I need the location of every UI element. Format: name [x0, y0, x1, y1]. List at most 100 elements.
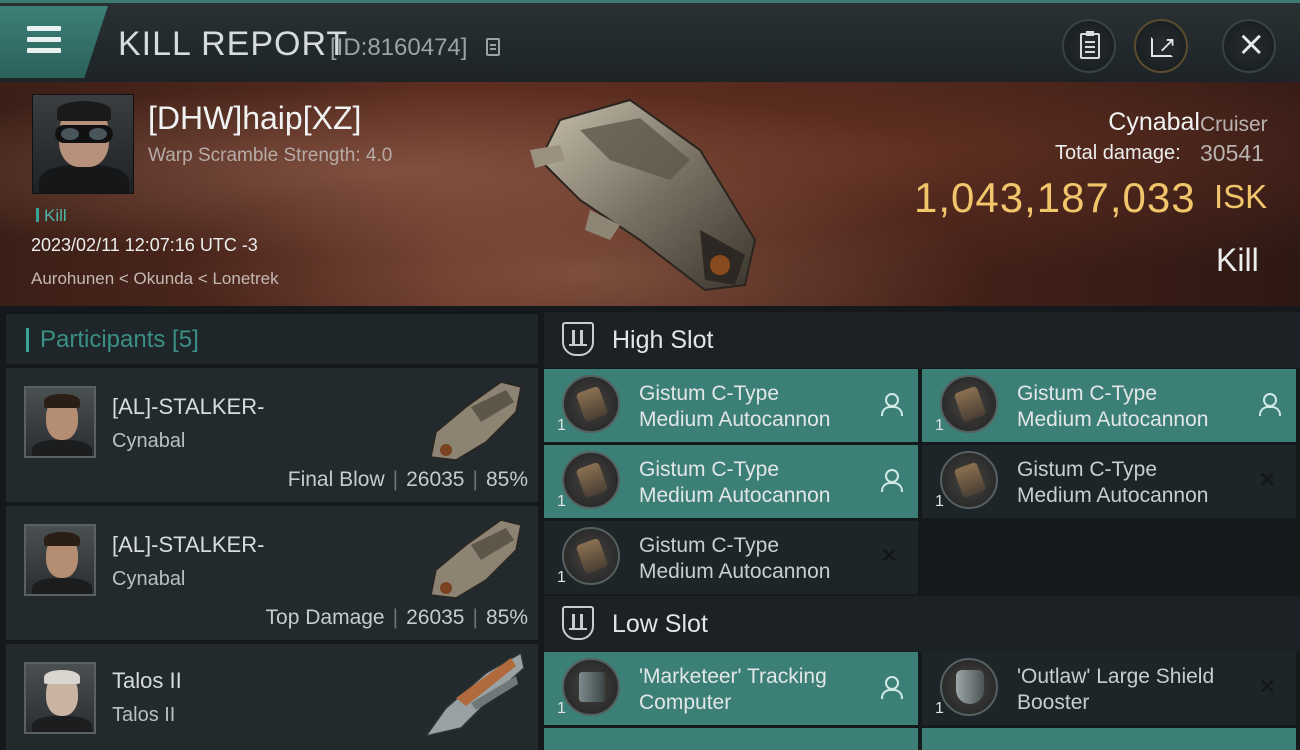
module-quantity: 1 — [557, 493, 566, 510]
autocannon-icon — [940, 451, 998, 509]
module-quantity: 1 — [935, 700, 944, 717]
autocannon-shape — [575, 537, 609, 575]
module-name: Gistum C-Type Medium Autocannon — [639, 457, 879, 509]
participant-ship-image — [424, 651, 525, 738]
person-icon — [880, 393, 903, 416]
module-item[interactable]: 1 Gistum C-Type Medium Autocannon — [544, 369, 918, 442]
participant-ship: Talos II — [112, 704, 176, 726]
kill-tag-marker — [36, 208, 39, 222]
clipboard-button[interactable] — [1062, 19, 1116, 73]
x-icon — [1258, 469, 1278, 491]
copy-icon[interactable] — [486, 38, 500, 56]
module-item[interactable]: 1 Gistum C-Type Medium Autocannon — [922, 369, 1296, 442]
kill-time: 2023/02/11 12:07:16 UTC -3 — [31, 235, 258, 255]
warp-scramble-strength: Warp Scramble Strength: 4.0 — [148, 145, 393, 166]
share-button[interactable]: ↗ — [1134, 19, 1188, 73]
participant-name: [AL]-STALKER- — [112, 394, 265, 419]
menu-icon-bar — [27, 48, 61, 53]
person-icon — [880, 676, 903, 699]
avatar — [24, 662, 96, 734]
low-slot-icon — [562, 606, 594, 640]
autocannon-shape — [575, 461, 609, 499]
autocannon-shape — [575, 385, 609, 423]
avatar-body — [32, 440, 92, 456]
module-name-line1: Gistum C-Type — [1017, 382, 1158, 405]
module-quantity: 1 — [557, 417, 566, 434]
participant-ship-image — [430, 519, 522, 599]
participants-header[interactable]: Participants [5] — [6, 314, 538, 364]
x-icon — [1258, 676, 1278, 698]
isk-value: 1,043,187,033 — [914, 174, 1196, 221]
participant-role: Final Blow — [287, 468, 385, 491]
participant-role: Top Damage — [265, 606, 385, 629]
autocannon-icon — [562, 527, 620, 585]
share-arrow-icon: ↗ — [1158, 33, 1177, 58]
module-item-partial[interactable] — [922, 728, 1296, 750]
module-item[interactable]: 1 Gistum C-Type Medium Autocannon — [922, 445, 1296, 518]
high-slot-header: High Slot — [544, 312, 1300, 368]
module-name-line2: Medium Autocannon — [1017, 484, 1209, 507]
module-name: Gistum C-Type Medium Autocannon — [639, 533, 879, 585]
autocannon-shape — [953, 385, 987, 423]
module-quantity: 1 — [557, 700, 566, 717]
module-name-line2: Medium Autocannon — [639, 484, 831, 507]
module-quantity: 1 — [557, 569, 566, 586]
participants-title: Participants [5] — [40, 326, 199, 353]
module-item[interactable]: 1 Gistum C-Type Medium Autocannon — [544, 521, 918, 594]
participant-row[interactable]: [AL]-STALKER- Cynabal Final Blow | 26035 | 8… — [6, 368, 538, 502]
avatar-hair — [44, 394, 80, 408]
victim-name[interactable]: [DHW]haip[XZ] — [148, 100, 361, 137]
participant-row[interactable]: [AL]-STALKER- Cynabal Top Damage | 26035 | 8… — [6, 506, 538, 640]
autocannon-icon — [562, 451, 620, 509]
person-icon — [880, 469, 903, 492]
person-icon — [1258, 393, 1281, 416]
high-slot-label: High Slot — [612, 326, 714, 354]
avatar-hair — [44, 670, 80, 684]
module-name-line1: 'Outlaw' Large Shield — [1017, 665, 1215, 688]
module-name: 'Marketeer' Tracking Computer — [639, 664, 879, 716]
module-item-partial[interactable] — [544, 728, 918, 750]
total-damage-label: Total damage: — [1055, 142, 1181, 164]
participant-ship: Cynabal — [112, 430, 186, 452]
module-name-line1: Gistum C-Type — [639, 534, 780, 557]
module-name-line1: Gistum C-Type — [1017, 458, 1158, 481]
avatar-hair — [44, 532, 80, 546]
low-slot-header: Low Slot — [544, 596, 1300, 652]
module-item[interactable]: 1 'Outlaw' Large Shield Booster — [922, 652, 1296, 725]
avatar — [24, 386, 96, 458]
participant-percent: 85% — [485, 606, 528, 629]
kill-result: Kill — [1216, 242, 1259, 278]
module-name-line2: Medium Autocannon — [1017, 408, 1209, 431]
ship-image — [530, 98, 757, 292]
portrait-goggles — [55, 125, 113, 143]
stats-separator: | — [392, 468, 399, 491]
stats-separator: | — [472, 468, 478, 491]
x-icon — [880, 545, 900, 567]
clipboard-icon — [1080, 31, 1100, 59]
top-bar: KILL REPORT [ID:8160474] ↗ × — [0, 0, 1300, 82]
ship-class: Cruiser — [1200, 113, 1268, 136]
close-button[interactable]: × — [1222, 19, 1276, 73]
menu-button[interactable] — [0, 6, 108, 78]
module-quantity: 1 — [935, 417, 944, 434]
report-id: [ID:8160474] — [330, 34, 468, 61]
module-name: Gistum C-Type Medium Autocannon — [1017, 457, 1257, 509]
module-name: Gistum C-Type Medium Autocannon — [639, 381, 879, 433]
victim-portrait[interactable] — [32, 94, 134, 194]
low-slot-label: Low Slot — [612, 610, 708, 638]
portrait-hair — [57, 101, 111, 121]
kill-tag: Kill — [44, 206, 67, 225]
shield-booster-icon — [940, 658, 998, 716]
kill-banner: [DHW]haip[XZ] Warp Scramble Strength: 4.… — [0, 82, 1300, 306]
participant-row[interactable]: Talos II Talos II — [6, 644, 538, 750]
module-name-line1: Gistum C-Type — [639, 382, 780, 405]
module-item[interactable]: 1 'Marketeer' Tracking Computer — [544, 652, 918, 725]
participant-ship-image — [430, 381, 522, 461]
stats-separator: | — [392, 606, 399, 629]
autocannon-shape — [953, 461, 987, 499]
participant-stats: Top Damage | 26035 | 85% — [266, 606, 528, 630]
isk-unit: ISK — [1214, 178, 1268, 215]
autocannon-icon — [562, 375, 620, 433]
participant-damage: 26035 — [406, 606, 465, 629]
module-item[interactable]: 1 Gistum C-Type Medium Autocannon — [544, 445, 918, 518]
